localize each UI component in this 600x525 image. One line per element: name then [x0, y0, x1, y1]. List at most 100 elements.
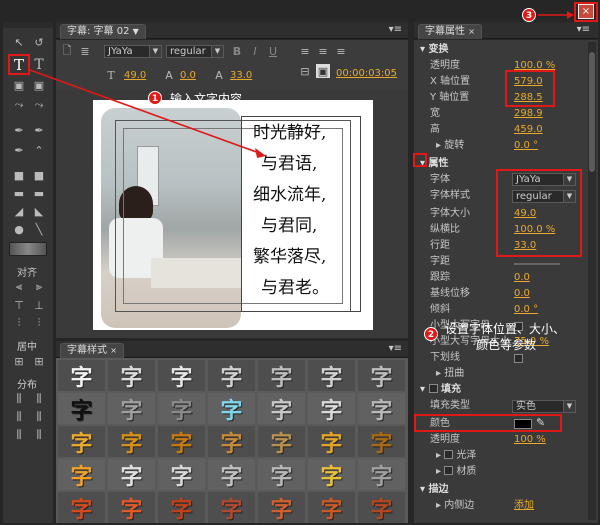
styles-tabbar: 字幕样式 × ▾≡	[56, 341, 408, 358]
x-position-row: X 轴位置 579.0	[414, 74, 584, 90]
style-swatch[interactable]: 字	[308, 492, 355, 523]
x-position-label: X 轴位置	[430, 76, 471, 87]
fill-type-dropdown[interactable]: 实色 ▼	[512, 400, 576, 413]
style-swatch[interactable]: 字	[208, 393, 255, 424]
prop-underline-label: 下划线	[430, 352, 460, 363]
close-button-highlight	[574, 2, 598, 22]
inner-stroke-row: ▸ 内侧边 添加	[414, 498, 584, 514]
style-swatch[interactable]: 字	[108, 492, 155, 523]
annotation-2-badge: 2	[424, 327, 438, 341]
height-row: 高 459.0	[414, 122, 584, 138]
kerning-slider[interactable]	[514, 263, 560, 265]
font-size-label: 字体大小	[430, 208, 470, 219]
properties-panel: ▾ 变换 透明度 100.0 % X 轴位置 579.0 Y 轴位置 288.5 宽 2…	[414, 40, 598, 523]
style-swatch[interactable]: 字	[58, 360, 105, 391]
style-swatch[interactable]: 字	[208, 426, 255, 457]
style-swatch[interactable]: 字	[358, 459, 405, 490]
fill-section-header[interactable]: ▾ 填充	[420, 382, 461, 398]
props-panel-menu-icon[interactable]: ▾≡	[577, 24, 590, 35]
style-swatch[interactable]: 字	[308, 360, 355, 391]
close-icon[interactable]: ×	[110, 346, 117, 355]
prop-leading-label: 行距	[430, 240, 450, 251]
style-swatch[interactable]: 字	[58, 426, 105, 457]
fill-opacity-value[interactable]: 100 %	[514, 432, 546, 448]
slant-label: 倾斜	[430, 304, 450, 315]
style-swatch[interactable]: 字	[358, 492, 405, 523]
inner-stroke-label-text: 内侧边	[444, 500, 475, 511]
style-swatch[interactable]: 字	[258, 360, 305, 391]
style-swatch[interactable]: 字	[358, 360, 405, 391]
style-swatch[interactable]: 字	[108, 459, 155, 490]
baseline-value[interactable]: 0.0	[514, 286, 530, 302]
sheen-checkbox[interactable]	[444, 450, 454, 459]
style-swatch[interactable]: 字	[358, 426, 405, 457]
style-swatch[interactable]: 字	[58, 393, 105, 424]
close-icon[interactable]: ×	[468, 27, 475, 36]
style-swatch[interactable]: 字	[308, 393, 355, 424]
style-swatch[interactable]: 字	[258, 393, 305, 424]
stroke-label: 描边	[428, 484, 449, 495]
stroke-section-header[interactable]: ▾ 描边	[420, 482, 449, 498]
rotation-value[interactable]: 0.0 °	[514, 138, 538, 154]
transform-label: 变换	[428, 44, 449, 55]
add-inner-stroke-link[interactable]: 添加	[514, 498, 534, 514]
fill-label: 填充	[441, 384, 461, 395]
texture-checkbox[interactable]	[444, 466, 454, 475]
tab-styles[interactable]: 字幕样式 ×	[60, 343, 124, 358]
style-swatch[interactable]: 字	[158, 360, 205, 391]
annotation-3-badge: 3	[522, 8, 536, 22]
transform-section-header[interactable]: ▾ 变换	[420, 42, 449, 58]
underline-checkbox[interactable]	[514, 354, 523, 363]
tracking-row: 跟踪 0.0	[414, 270, 584, 286]
style-swatch[interactable]: 字	[308, 459, 355, 490]
tab-title-properties[interactable]: 字幕属性 ×	[418, 24, 482, 39]
chevron-down-icon: ▼	[563, 401, 575, 412]
height-value[interactable]: 459.0	[514, 122, 543, 138]
style-swatch[interactable]: 字	[158, 459, 205, 490]
style-swatch[interactable]: 字	[158, 492, 205, 523]
style-swatch[interactable]: 字	[108, 360, 155, 391]
y-position-label: Y 轴位置	[430, 92, 470, 103]
props-scrollbar[interactable]	[588, 42, 596, 520]
baseline-label: 基线位移	[430, 288, 470, 299]
style-swatch[interactable]: 字	[58, 492, 105, 523]
slant-value[interactable]: 0.0 °	[514, 302, 538, 318]
fill-checkbox[interactable]	[428, 384, 438, 393]
fill-opacity-label: 透明度	[430, 434, 460, 445]
texture-row: ▸ 材质	[414, 464, 584, 480]
style-swatch[interactable]: 字	[108, 393, 155, 424]
texture-label: ▸ 材质	[436, 466, 477, 477]
style-swatch[interactable]: 字	[258, 492, 305, 523]
annotation-1-text: 输入文字内容	[170, 92, 243, 106]
style-swatch[interactable]: 字	[158, 426, 205, 457]
width-row: 宽 298.9	[414, 106, 584, 122]
font-label: 字体	[430, 174, 450, 185]
props-scrollbar-thumb[interactable]	[589, 52, 595, 172]
style-swatch[interactable]: 字	[108, 426, 155, 457]
styles-panel-menu-icon[interactable]: ▾≡	[389, 343, 402, 354]
distort-label-text: 扭曲	[444, 368, 465, 379]
kerning-label: 字距	[430, 256, 450, 267]
style-swatch[interactable]: 字	[258, 459, 305, 490]
style-swatch[interactable]: 字	[358, 393, 405, 424]
fill-type-value: 实色	[516, 401, 536, 412]
color-highlight	[414, 414, 562, 432]
props-tabbar: 字幕属性 × ▾≡	[414, 22, 598, 39]
style-swatch[interactable]: 字	[208, 492, 255, 523]
rotation-row: ▸ 旋转 0.0 °	[414, 138, 584, 154]
sheen-row: ▸ 光泽	[414, 448, 584, 464]
style-swatch[interactable]: 字	[258, 426, 305, 457]
style-swatch[interactable]: 字	[158, 393, 205, 424]
texture-label-text: 材质	[456, 466, 477, 477]
fill-opacity-row: 透明度 100 %	[414, 432, 584, 448]
prop-tracking-label: 跟踪	[430, 272, 450, 283]
style-swatch[interactable]: 字	[58, 459, 105, 490]
properties-toggle-highlight	[413, 153, 427, 167]
styles-grid: 字字字字字字字字字字字字字字字字字字字字字字字字字字字字字字字字字字字	[56, 358, 408, 523]
width-value[interactable]: 298.9	[514, 106, 543, 122]
prop-tracking-value[interactable]: 0.0	[514, 270, 530, 286]
style-swatch[interactable]: 字	[208, 360, 255, 391]
style-swatch[interactable]: 字	[208, 459, 255, 490]
height-label: 高	[430, 124, 440, 135]
style-swatch[interactable]: 字	[308, 426, 355, 457]
